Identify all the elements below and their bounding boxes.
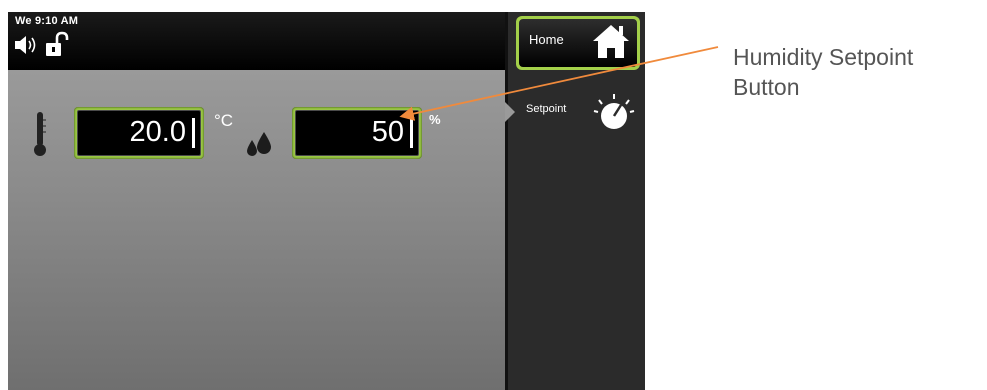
humidity-display: 50 (295, 110, 419, 156)
side-menu: Home Setpoint (505, 12, 645, 390)
temperature-value: 20.0 (129, 116, 186, 148)
clock: We 9:10 AM (15, 15, 79, 27)
humidity-value: 50 (371, 116, 404, 148)
annotation-label: Humidity Setpoint Button (733, 44, 914, 100)
selection-pointer (505, 102, 515, 122)
temperature-setpoint-field[interactable]: 20.0 (74, 107, 204, 159)
device-screen: We 9:10 AM 20.0 °C 50 % Home Setpoint (8, 12, 645, 390)
speaker-icon[interactable] (14, 34, 38, 56)
home-button[interactable]: Home (516, 16, 640, 70)
temperature-display: 20.0 (77, 110, 201, 156)
unlock-icon[interactable] (44, 31, 70, 59)
temperature-unit: °C (214, 111, 234, 130)
home-button-inner: Home (519, 19, 637, 67)
setpoint-button[interactable]: Setpoint (505, 82, 645, 142)
home-label: Home (529, 32, 564, 47)
dial-icon (593, 94, 635, 129)
droplets-icon (247, 132, 271, 156)
menu-divider (505, 12, 508, 390)
main-panel: 20.0 °C 50 % (8, 70, 505, 390)
status-bar: We 9:10 AM (8, 12, 505, 70)
humidity-setpoint-field[interactable]: 50 (292, 107, 422, 159)
home-icon (593, 25, 629, 58)
text-cursor (192, 118, 195, 148)
setpoint-label: Setpoint (526, 103, 567, 115)
humidity-unit: % (429, 112, 441, 127)
text-cursor (410, 118, 413, 148)
thermometer-icon (34, 112, 46, 156)
